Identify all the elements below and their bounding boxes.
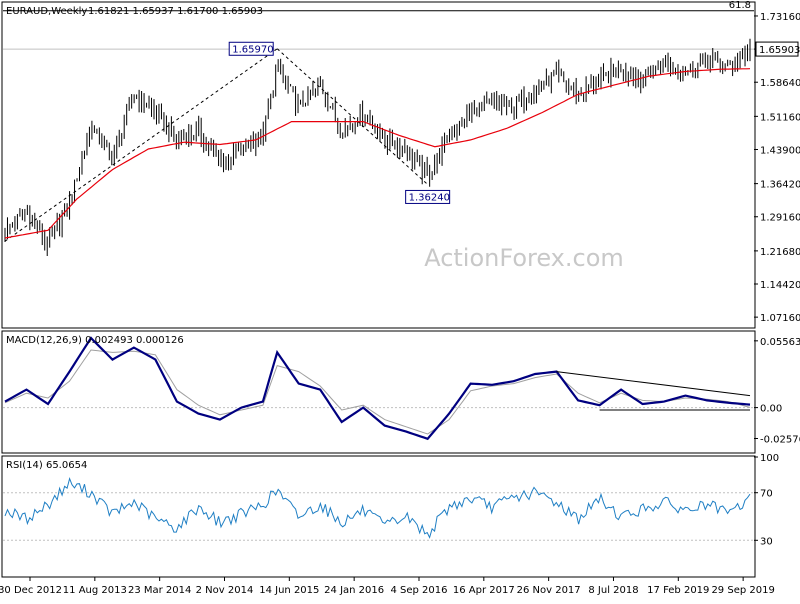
macd-title: MACD(12,26,9) 0.002493 0.000126	[6, 335, 184, 346]
x-tick-label: 16 Apr 2017	[453, 585, 515, 596]
price-y-tick-label: 1.43900	[760, 145, 800, 156]
last-price-label: 1.65903	[759, 45, 800, 56]
fib-label: 61.8	[729, 0, 751, 11]
x-axis-ticks: 30 Dec 2012 11 Aug 2013 23 Mar 2014 2 Nov 2…	[0, 577, 775, 596]
chart-container: ActionForex.com 61.8 1.65970 1.36240 1.73…	[0, 0, 800, 600]
price-y-tick-label: 1.29160	[760, 213, 800, 224]
x-tick-label: 29 Sep 2019	[711, 585, 774, 596]
rsi-panel: 100 70 30 RSI(14) 65.0654	[1, 453, 779, 578]
x-tick-label: 23 Mar 2014	[128, 585, 191, 596]
swing-dashed-line	[276, 48, 428, 185]
price-y-tick-label: 1.73160	[760, 12, 800, 23]
x-tick-label: 26 Nov 2017	[517, 585, 581, 596]
candles	[4, 38, 751, 257]
price-title: EURAUD,Weekly	[6, 6, 87, 17]
rsi-title: RSI(14) 65.0654	[6, 460, 87, 471]
x-tick-label: 2 Nov 2014	[196, 585, 254, 596]
rsi-line	[4, 476, 751, 539]
price-y-tick-label: 1.07160	[760, 313, 800, 324]
macd-panel: 0.055637 0.00 -0.02576 MACD(12,26,9) 0.002…	[1, 330, 800, 454]
price-y-tick-label: 1.21680	[760, 247, 800, 258]
x-tick-label: 14 Jun 2015	[259, 585, 319, 596]
price-panel: ActionForex.com 61.8 1.65970 1.36240 1.73…	[1, 0, 800, 329]
macd-trendlines	[556, 371, 751, 411]
macd-line	[4, 336, 751, 441]
x-tick-label: 24 Jan 2016	[324, 585, 384, 596]
x-tick-label: 4 Sep 2016	[390, 585, 447, 596]
price-y-tick-label: 1.58640	[760, 78, 800, 89]
macd-panel-frame	[1, 330, 756, 454]
x-tick-label: 17 Feb 2019	[647, 585, 709, 596]
macd-signal-line	[4, 349, 751, 435]
x-tick-label: 8 Jul 2018	[588, 585, 638, 596]
annotation-label: 1.65970	[232, 44, 273, 55]
x-tick-label: 30 Dec 2012	[0, 585, 62, 596]
macd-trendline	[556, 371, 751, 397]
watermark: ActionForex.com	[424, 244, 624, 272]
price-panel-frame	[1, 1, 756, 329]
x-tick-label: 11 Aug 2013	[63, 585, 127, 596]
price-annotations: 1.65970 1.36240	[228, 41, 451, 204]
macd-y-tick-label: -0.02576	[760, 435, 800, 446]
price-y-tick-label: 1.36420	[760, 180, 800, 191]
rsi-y-ticks: 100 70 30	[754, 453, 779, 547]
price-y-tick-label: 1.51160	[760, 112, 800, 123]
chart-svg: ActionForex.com 61.8 1.65970 1.36240 1.73…	[0, 0, 800, 596]
price-y-ticks: 1.73160 1.65903 1.58640 1.51160 1.43900 1.364…	[754, 12, 800, 324]
macd-y-tick-label: 0.055637	[760, 337, 800, 348]
price-y-tick-label: 1.14420	[760, 280, 800, 291]
price-ohlc: 1.61821 1.65937 1.61700 1.65903	[88, 6, 263, 17]
rsi-y-tick-label: 100	[760, 453, 779, 464]
rsi-y-tick-label: 70	[760, 489, 773, 500]
macd-y-tick-label: 0.00	[760, 404, 782, 415]
rsi-y-tick-label: 30	[760, 536, 773, 547]
annotation-label: 1.36240	[409, 192, 450, 203]
macd-y-ticks: 0.055637 0.00 -0.02576	[754, 337, 800, 446]
